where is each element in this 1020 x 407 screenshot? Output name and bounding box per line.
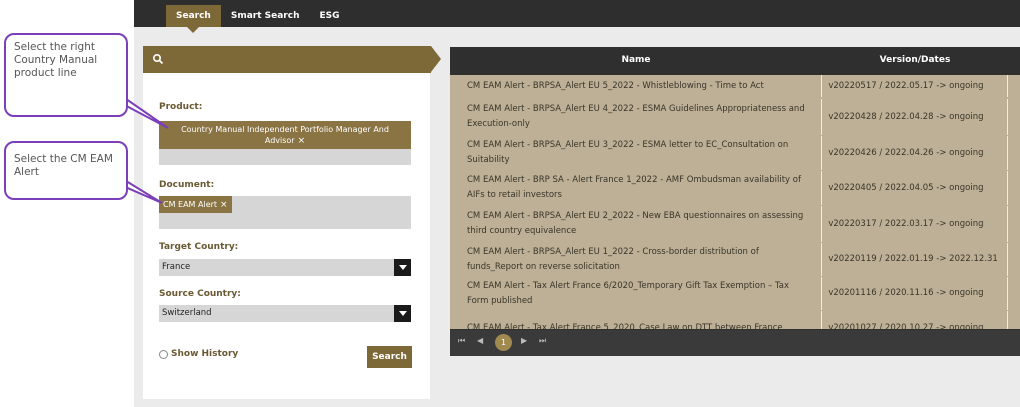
column-header-version[interactable]: Version/Dates — [822, 47, 1008, 74]
row-version: v20220405 / 2022.04.05 -> ongoing — [821, 171, 1007, 205]
table-row[interactable]: CM EAM Alert - Tax Alert France 5_2020_C… — [450, 311, 1020, 329]
table-row[interactable]: CM EAM Alert - BRPSA_Alert EU 3_2022 - E… — [450, 136, 1020, 170]
product-label: Product: — [159, 102, 203, 112]
document-field[interactable]: CM EAM Alert × — [159, 196, 411, 229]
row-name[interactable]: CM EAM Alert - BRPSA_Alert EU 1_2022 - C… — [450, 243, 821, 276]
row-extra-cell — [1007, 311, 1020, 329]
show-history-radio[interactable] — [159, 349, 168, 359]
prev-page-icon[interactable]: ◀ — [477, 336, 483, 345]
chevron-down-icon[interactable] — [394, 259, 411, 276]
document-tag: CM EAM Alert × — [159, 196, 232, 213]
row-version: v20201116 / 2020.11.16 -> ongoing — [821, 277, 1007, 310]
table-row[interactable]: CM EAM Alert - BRP SA - Alert France 1_2… — [450, 171, 1020, 205]
filter-panel-header — [143, 46, 441, 73]
target-country-select[interactable]: France — [159, 259, 411, 276]
target-country-label: Target Country: — [159, 242, 239, 252]
pagination-bar: ⏮ ◀ 1 ▶ ⏭ — [450, 330, 1020, 356]
product-callout: Select the right Country Manual product … — [4, 33, 128, 117]
source-country-select[interactable]: Switzerland — [159, 305, 411, 322]
product-tag: Country Manual Independent Portfolio Man… — [159, 121, 411, 149]
source-country-label: Source Country: — [159, 289, 241, 299]
current-page-indicator[interactable]: 1 — [495, 334, 512, 351]
row-extra-cell — [1007, 277, 1020, 310]
row-name[interactable]: CM EAM Alert - BRPSA_Alert EU 5_2022 - W… — [450, 75, 821, 97]
column-header-name[interactable]: Name — [450, 47, 822, 74]
table-row[interactable]: CM EAM Alert - BRPSA_Alert EU 4_2022 - E… — [450, 99, 1020, 135]
row-extra-cell — [1007, 75, 1020, 97]
results-header: Name Version/Dates — [450, 47, 1020, 74]
next-page-icon[interactable]: ▶ — [521, 336, 527, 345]
top-tabs: Search Smart Search ESG — [166, 5, 350, 33]
document-tag-label: CM EAM Alert — [163, 200, 218, 209]
table-row[interactable]: CM EAM Alert - BRPSA_Alert EU 5_2022 - W… — [450, 75, 1020, 97]
tab-esg[interactable]: ESG — [310, 5, 350, 27]
row-version: v20220119 / 2022.01.19 -> 2022.12.31 — [821, 243, 1007, 276]
remove-document-icon[interactable]: × — [220, 200, 228, 210]
table-row[interactable]: CM EAM Alert - Tax Alert France 6/2020_T… — [450, 277, 1020, 310]
chevron-down-icon[interactable] — [394, 305, 411, 322]
results-body: CM EAM Alert - BRPSA_Alert EU 5_2022 - W… — [450, 75, 1020, 329]
row-name[interactable]: CM EAM Alert - BRP SA - Alert France 1_2… — [450, 171, 821, 205]
document-label: Document: — [159, 180, 215, 190]
row-name[interactable]: CM EAM Alert - Tax Alert France 5_2020_C… — [450, 311, 821, 330]
row-version: v20201027 / 2020.10.27 -> ongoing — [821, 311, 1007, 329]
product-field[interactable]: Country Manual Independent Portfolio Man… — [159, 121, 411, 165]
tab-smart-search[interactable]: Smart Search — [221, 5, 310, 27]
show-history-option[interactable]: Show History — [159, 349, 238, 359]
document-callout: Select the CM EAM Alert — [4, 141, 128, 200]
product-callout-text: Select the right Country Manual product … — [14, 41, 98, 79]
last-page-icon[interactable]: ⏭ — [539, 336, 546, 346]
first-page-icon[interactable]: ⏮ — [458, 336, 465, 346]
row-extra-cell — [1007, 136, 1020, 170]
row-name[interactable]: CM EAM Alert - BRPSA_Alert EU 2_2022 - N… — [450, 206, 821, 242]
row-extra-cell — [1007, 243, 1020, 276]
tab-search[interactable]: Search — [166, 5, 221, 33]
table-row[interactable]: CM EAM Alert - BRPSA_Alert EU 2_2022 - N… — [450, 206, 1020, 242]
row-name[interactable]: CM EAM Alert - Tax Alert France 6/2020_T… — [450, 277, 821, 310]
search-button[interactable]: Search — [367, 346, 412, 368]
table-row[interactable]: CM EAM Alert - BRPSA_Alert EU 1_2022 - C… — [450, 243, 1020, 276]
row-name[interactable]: CM EAM Alert - BRPSA_Alert EU 3_2022 - E… — [450, 136, 821, 170]
show-history-label: Show History — [171, 349, 239, 359]
remove-product-icon[interactable]: × — [298, 136, 306, 146]
product-tag-label: Country Manual Independent Portfolio Man… — [181, 125, 389, 145]
row-extra-cell — [1007, 171, 1020, 205]
row-version: v20220517 / 2022.05.17 -> ongoing — [821, 75, 1007, 97]
row-extra-cell — [1007, 206, 1020, 242]
row-name[interactable]: CM EAM Alert - BRPSA_Alert EU 4_2022 - E… — [450, 99, 821, 135]
search-icon — [152, 53, 164, 65]
row-version: v20220317 / 2022.03.17 -> ongoing — [821, 206, 1007, 242]
row-version: v20220428 / 2022.04.28 -> ongoing — [821, 99, 1007, 135]
source-country-value: Switzerland — [162, 308, 212, 318]
results-grid: Name Version/Dates CM EAM Alert - BRPSA_… — [450, 47, 1020, 356]
row-version: v20220426 / 2022.04.26 -> ongoing — [821, 136, 1007, 170]
row-extra-cell — [1007, 99, 1020, 135]
document-callout-text: Select the CM EAM Alert — [14, 153, 113, 178]
target-country-value: France — [162, 262, 191, 272]
